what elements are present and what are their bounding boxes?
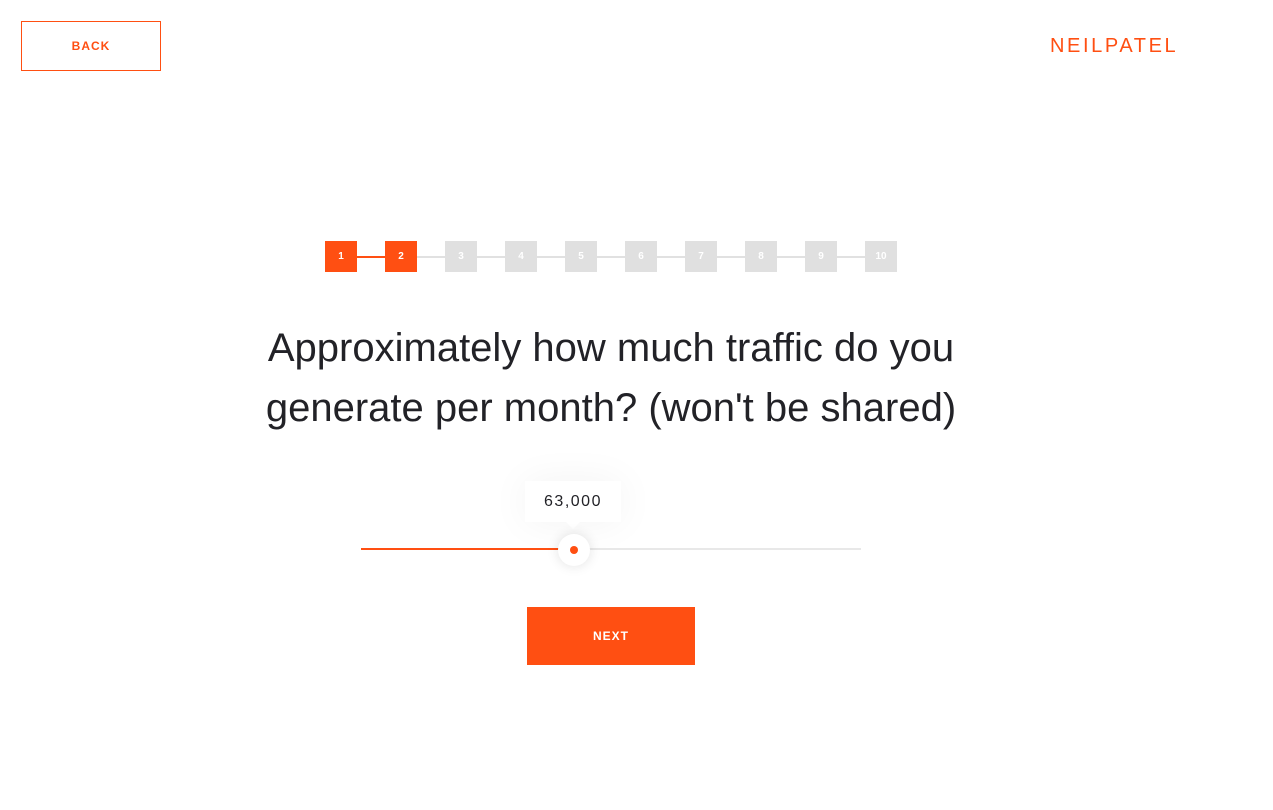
step-connector bbox=[597, 256, 625, 258]
step-1[interactable]: 1 bbox=[325, 241, 357, 272]
step-5[interactable]: 5 bbox=[565, 241, 597, 272]
step-connector bbox=[717, 256, 745, 258]
traffic-slider-handle[interactable] bbox=[558, 534, 590, 566]
step-10[interactable]: 10 bbox=[865, 241, 897, 272]
step-connector bbox=[357, 256, 385, 258]
step-7[interactable]: 7 bbox=[685, 241, 717, 272]
step-connector bbox=[417, 256, 445, 258]
back-button[interactable]: BACK bbox=[21, 21, 161, 71]
step-connector bbox=[657, 256, 685, 258]
step-6[interactable]: 6 bbox=[625, 241, 657, 272]
step-connector bbox=[537, 256, 565, 258]
step-8[interactable]: 8 bbox=[745, 241, 777, 272]
slider-value-tooltip: 63,000 bbox=[525, 481, 621, 529]
traffic-slider-track[interactable] bbox=[361, 548, 861, 550]
step-connector bbox=[837, 256, 865, 258]
neilpatel-logo[interactable]: NEILPATEL bbox=[1050, 34, 1178, 58]
slider-handle-dot-icon bbox=[570, 546, 578, 554]
progress-steps: 1 2 3 4 5 6 7 8 9 10 bbox=[325, 241, 897, 273]
step-connector bbox=[477, 256, 505, 258]
traffic-slider-fill bbox=[361, 548, 574, 550]
step-9[interactable]: 9 bbox=[805, 241, 837, 272]
step-3[interactable]: 3 bbox=[445, 241, 477, 272]
page: BACK NEILPATEL 1 2 3 4 5 6 7 8 9 10 Approximately… bbox=[0, 0, 1273, 810]
question-heading: Approximately how much traffic do you ge… bbox=[265, 326, 957, 430]
step-4[interactable]: 4 bbox=[505, 241, 537, 272]
slider-value-label: 63,000 bbox=[544, 492, 602, 510]
step-connector bbox=[777, 256, 805, 258]
next-button[interactable]: NEXT bbox=[527, 607, 695, 665]
step-2[interactable]: 2 bbox=[385, 241, 417, 272]
